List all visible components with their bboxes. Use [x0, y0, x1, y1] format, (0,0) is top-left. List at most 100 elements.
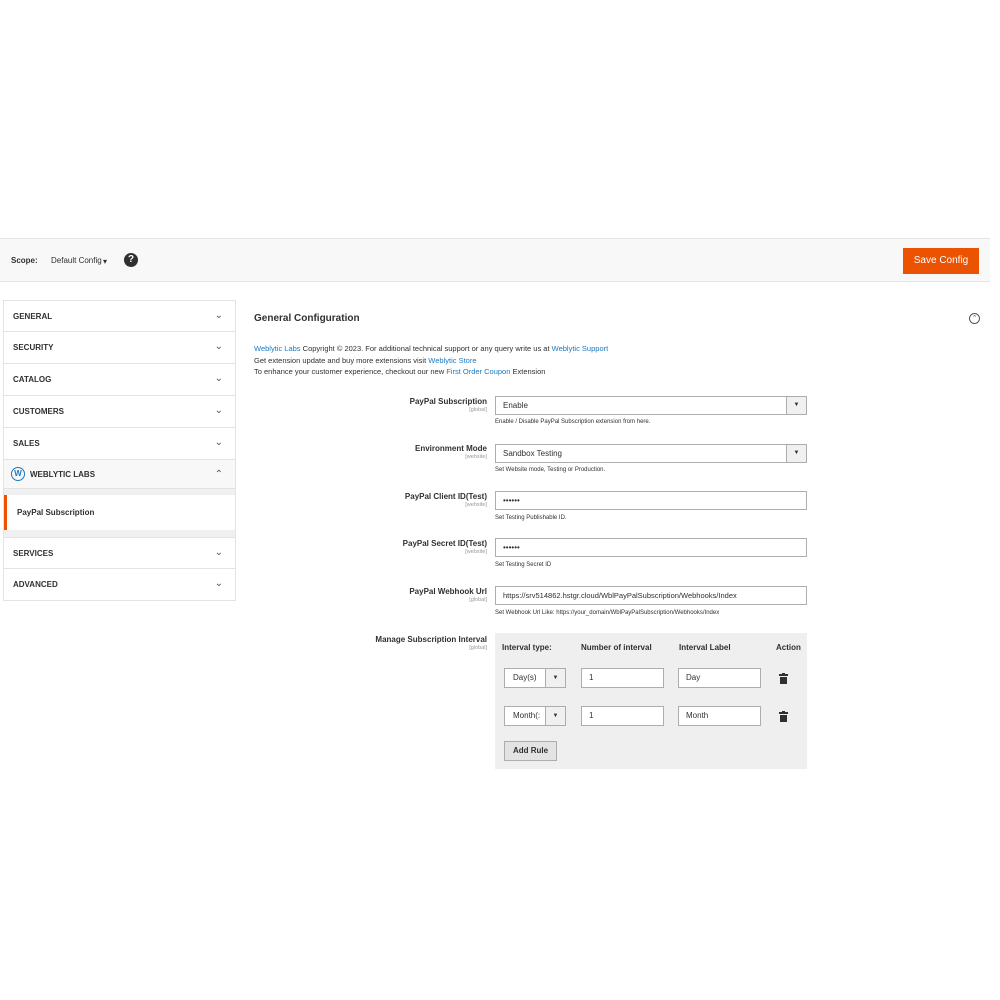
interval-label-input[interactable]: Month — [678, 706, 761, 726]
client-id-label: PayPal Client ID(Test) [website] — [287, 492, 487, 508]
webhook-label: PayPal Webhook Url [global] — [287, 587, 487, 603]
environment-label: Environment Mode [website] — [287, 444, 487, 460]
input-value: https://srv514862.hstgr.cloud/WblPayPalS… — [503, 591, 737, 600]
interval-type-select[interactable]: Month(: ▼ — [504, 706, 566, 726]
field-label: PayPal Client ID(Test) — [404, 492, 487, 501]
column-header: Interval type: — [502, 643, 552, 652]
chevron-down-icon: ⌄ — [214, 578, 223, 589]
input-value: 1 — [589, 711, 594, 720]
sidebar-item-sales[interactable]: SALES ⌄ — [3, 428, 236, 460]
sidebar-item-label: CATALOG — [13, 375, 52, 384]
sidebar-item-customers[interactable]: CUSTOMERS ⌄ — [3, 396, 236, 428]
scope-bar: Scope: Default Config ▾ ? Save Config — [0, 238, 990, 282]
secret-id-label: PayPal Secret ID(Test) [website] — [287, 539, 487, 555]
scope-note: [global] — [469, 407, 487, 413]
sidebar-item-catalog[interactable]: CATALOG ⌄ — [3, 364, 236, 396]
sidebar-item-label: ADVANCED — [13, 580, 58, 589]
environment-select[interactable]: Sandbox Testing ▼ — [495, 444, 807, 463]
chevron-down-icon: ⌄ — [214, 437, 223, 448]
save-config-button[interactable]: Save Config — [903, 248, 979, 274]
intro-line-2: Get extension update and buy more extens… — [254, 355, 429, 365]
subscription-label: PayPal Subscription [global] — [287, 397, 487, 413]
sidebar-item-label: GENERAL — [13, 312, 53, 321]
collapse-icon[interactable]: ⌃ — [969, 313, 980, 324]
secret-id-hint: Set Testing Secret ID — [495, 562, 552, 568]
interval-number-input[interactable]: 1 — [581, 706, 664, 726]
sidebar-item-advanced[interactable]: ADVANCED ⌄ — [3, 569, 236, 601]
sidebar-subitem-label: PayPal Subscription — [17, 508, 95, 517]
field-label: Environment Mode — [414, 444, 487, 453]
sidebar-item-label: SECURITY — [13, 343, 54, 352]
trash-icon[interactable] — [779, 711, 788, 722]
scope-note: [website] — [465, 549, 487, 555]
trash-icon[interactable] — [779, 673, 788, 684]
field-label: Manage Subscription Interval — [375, 635, 487, 644]
subscription-select[interactable]: Enable ▼ — [495, 396, 807, 415]
select-value: Month(: — [513, 711, 541, 720]
webhook-hint: Set Webhook Url Like: https://your_domai… — [495, 610, 720, 616]
sidebar-item-label: SALES — [13, 439, 40, 448]
add-rule-button[interactable]: Add Rule — [504, 741, 557, 761]
client-id-hint: Set Testing Publishable ID. — [495, 515, 567, 521]
chevron-down-icon: ▼ — [545, 707, 565, 725]
sidebar-item-label: WEBLYTIC LABS — [30, 470, 96, 479]
input-value: •••••• — [503, 543, 520, 552]
weblytic-support-link[interactable]: Weblytic Support — [552, 344, 609, 353]
select-value: Day(s) — [513, 673, 537, 682]
interval-label-input[interactable]: Day — [678, 668, 761, 688]
field-label: PayPal Webhook Url — [409, 587, 487, 596]
sidebar-submenu: PayPal Subscription — [3, 489, 236, 537]
weblytic-store-link[interactable]: Weblytic Store — [428, 356, 476, 365]
chevron-down-icon: ⌄ — [214, 405, 223, 416]
weblytic-logo-icon: W — [11, 467, 25, 481]
environment-hint: Set Website mode, Testing or Production. — [495, 467, 606, 473]
interval-table: Interval type: Number of interval Interv… — [495, 633, 807, 769]
chevron-down-icon[interactable]: ▾ — [103, 257, 107, 266]
sidebar-item-security[interactable]: SECURITY ⌄ — [3, 332, 236, 364]
scope-switcher[interactable]: Default Config — [51, 256, 102, 265]
secret-id-input[interactable]: •••••• — [495, 538, 807, 557]
scope-note: [global] — [469, 645, 487, 651]
subscription-hint: Enable / Disable PayPal Subscription ext… — [495, 419, 651, 425]
column-header: Interval Label — [679, 643, 731, 652]
sidebar-item-weblytic-labs[interactable]: W WEBLYTIC LABS ⌃ — [3, 460, 236, 489]
chevron-down-icon: ▼ — [545, 669, 565, 687]
field-label: PayPal Subscription — [409, 397, 487, 406]
chevron-down-icon: ⌄ — [214, 373, 223, 384]
intro-text: Weblytic Labs Copyright © 2023. For addi… — [254, 343, 608, 378]
webhook-url-input[interactable]: https://srv514862.hstgr.cloud/WblPayPalS… — [495, 586, 807, 605]
chevron-down-icon: ⌄ — [214, 310, 223, 321]
sidebar-item-label: SERVICES — [13, 549, 54, 558]
config-sidebar: GENERAL ⌄ SECURITY ⌄ CATALOG ⌄ CUSTOMERS… — [3, 300, 236, 601]
sidebar-item-general[interactable]: GENERAL ⌄ — [3, 300, 236, 332]
intro-line-3: To enhance your customer experience, che… — [254, 367, 447, 376]
column-header: Number of interval — [581, 643, 652, 652]
help-icon[interactable]: ? — [124, 253, 138, 267]
input-value: Month — [686, 711, 709, 720]
interval-number-input[interactable]: 1 — [581, 668, 664, 688]
scope-note: [website] — [465, 502, 487, 508]
interval-type-select[interactable]: Day(s) ▼ — [504, 668, 566, 688]
scope-label: Scope: — [11, 256, 38, 265]
chevron-up-icon: ⌃ — [214, 469, 223, 480]
first-order-coupon-link[interactable]: First Order Coupon — [446, 367, 510, 376]
column-header: Action — [776, 643, 801, 652]
intro-line-3-tail: Extension — [510, 367, 546, 376]
sidebar-item-label: CUSTOMERS — [13, 407, 64, 416]
select-value: Enable — [503, 401, 528, 410]
input-value: Day — [686, 673, 701, 682]
scope-note: [global] — [469, 597, 487, 603]
select-value: Sandbox Testing — [503, 449, 563, 458]
weblytic-labs-link[interactable]: Weblytic Labs — [254, 344, 301, 353]
client-id-input[interactable]: •••••• — [495, 491, 807, 510]
scope-note: [website] — [465, 454, 487, 460]
input-value: 1 — [589, 673, 594, 682]
chevron-down-icon: ⌄ — [214, 341, 223, 352]
input-value: •••••• — [503, 496, 520, 505]
chevron-down-icon: ⌄ — [214, 547, 223, 558]
sidebar-subitem-paypal-subscription[interactable]: PayPal Subscription — [4, 495, 235, 530]
sidebar-item-services[interactable]: SERVICES ⌄ — [3, 537, 236, 569]
section-title[interactable]: General Configuration — [254, 313, 360, 324]
chevron-down-icon: ▼ — [786, 445, 806, 462]
field-label: PayPal Secret ID(Test) — [402, 539, 487, 548]
